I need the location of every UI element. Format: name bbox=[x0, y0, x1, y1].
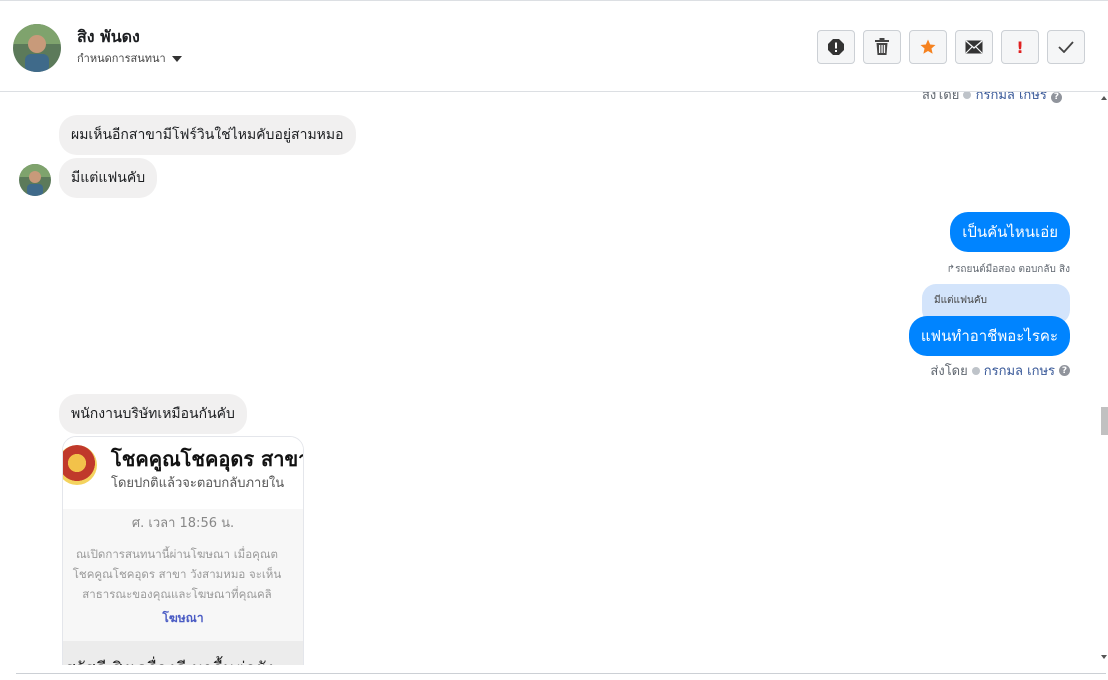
help-icon[interactable]: ? bbox=[1059, 365, 1070, 376]
contact-name[interactable]: สิง พันดง bbox=[77, 25, 140, 50]
attachment-subtitle: โดยปกติแล้วจะตอบกลับภายใน bbox=[111, 476, 285, 491]
attachment-time: ศ. เวลา 18:56 น. bbox=[131, 516, 235, 531]
attachment-text: สาธารณะของคุณและโฆษณาที่คุณคลิ bbox=[82, 587, 272, 601]
caret-down-icon bbox=[171, 56, 182, 62]
sent-by-label: ส่งโดย bbox=[930, 364, 968, 379]
conversation-header: สิง พันดง กำหนดการสนทนา ! bbox=[0, 0, 1108, 92]
thread-scrollbar[interactable] bbox=[1100, 92, 1108, 665]
attachment-header: โชคคูณโชคอุดร สาขา โดยปกติแล้วจะตอบกลับภ… bbox=[63, 437, 303, 509]
message-outgoing[interactable]: แฟนทำอาชีพอะไรคะ bbox=[908, 316, 1070, 356]
follow-up-button[interactable]: ! bbox=[1001, 30, 1039, 64]
sender-link[interactable]: กรกมล เกษร bbox=[984, 360, 1055, 381]
message-incoming[interactable]: มีแต่แฟนคับ bbox=[59, 158, 158, 198]
reply-arrow-icon: ↱ bbox=[946, 264, 956, 275]
message-thread[interactable]: ส่งโดย กรกมล เกษร ? ผมเห็นอีกสาขามีโฟร์ว… bbox=[0, 92, 1100, 665]
image-attachment[interactable]: โชคคูณโชคอุดร สาขา โดยปกติแล้วจะตอบกลับภ… bbox=[62, 436, 304, 665]
reply-context-text: รถยนต์มือสอง ตอบกลับ สิง bbox=[955, 264, 1070, 275]
shield-icon bbox=[963, 92, 972, 99]
exclamation-icon: ! bbox=[1016, 37, 1024, 57]
conversation-settings-dropdown[interactable]: กำหนดการสนทนา bbox=[77, 49, 182, 67]
attachment-title: โชคคูณโชคอุดร สาขา bbox=[111, 447, 304, 471]
shield-icon bbox=[971, 366, 980, 375]
sent-by-info: ส่งโดย กรกมล เกษร ? bbox=[930, 360, 1070, 381]
scroll-up-icon[interactable] bbox=[1101, 96, 1107, 100]
mark-done-button[interactable] bbox=[1047, 30, 1085, 64]
envelope-icon bbox=[965, 40, 983, 54]
attachment-text: ณเปิดการสนทนานี้ผ่านโฆษณา เมื่อคุณต bbox=[76, 547, 278, 561]
sender-avatar[interactable] bbox=[19, 164, 51, 196]
page-logo-icon bbox=[63, 445, 97, 485]
trash-icon bbox=[875, 38, 889, 55]
alert-circle-icon bbox=[828, 39, 844, 55]
spam-button[interactable] bbox=[817, 30, 855, 64]
message-incoming[interactable]: พนักงานบริษัทเหมือนกันคับ bbox=[59, 394, 247, 434]
star-icon bbox=[920, 39, 936, 54]
mark-unread-button[interactable] bbox=[955, 30, 993, 64]
sent-by-label: ส่งโดย bbox=[921, 92, 960, 103]
sender-link[interactable]: กรกมล เกษร bbox=[976, 92, 1047, 103]
contact-avatar[interactable] bbox=[13, 24, 61, 72]
scroll-down-icon[interactable] bbox=[1101, 655, 1107, 659]
message-outgoing[interactable]: เป็นคันไหนเอ่ย bbox=[950, 212, 1070, 252]
attachment-ad-link: โฆษณา bbox=[162, 611, 204, 625]
help-icon[interactable]: ? bbox=[1051, 92, 1062, 103]
sent-by-previous: ส่งโดย กรกมล เกษร ? bbox=[922, 92, 1062, 105]
reply-context: ↱รถยนต์มือสอง ตอบกลับ สิง bbox=[947, 262, 1070, 277]
star-button[interactable] bbox=[909, 30, 947, 64]
delete-button[interactable] bbox=[863, 30, 901, 64]
check-icon bbox=[1058, 41, 1074, 53]
message-incoming[interactable]: ผมเห็นอีกสาขามีโฟร์วินใช่ไหมคับอยู่สามหม… bbox=[59, 115, 356, 155]
conversation-settings-label: กำหนดการสนทนา bbox=[77, 52, 166, 65]
attachment-text: โชคคูณโชคอุดร สาขา วังสามหมอ จะเห็น bbox=[72, 567, 282, 581]
conversation-toolbar: ! bbox=[817, 30, 1085, 64]
attachment-bottom-text: สวัสดี สิงเครื่องดี มาลื้นต่อยัง bbox=[65, 655, 274, 665]
scrollbar-thumb[interactable] bbox=[1101, 407, 1108, 435]
